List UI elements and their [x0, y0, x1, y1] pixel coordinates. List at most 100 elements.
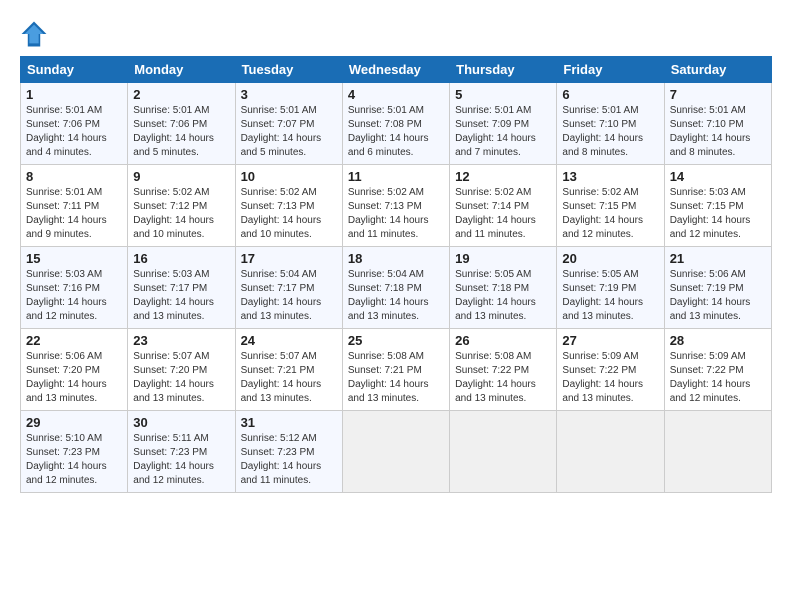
day-info: Sunrise: 5:04 AM Sunset: 7:17 PM Dayligh…	[241, 268, 337, 324]
header	[20, 16, 772, 48]
day-info: Sunrise: 5:12 AM Sunset: 7:23 PM Dayligh…	[241, 432, 337, 488]
calendar-cell: 28 Sunrise: 5:09 AM Sunset: 7:22 PM Dayl…	[664, 329, 771, 411]
day-info: Sunrise: 5:05 AM Sunset: 7:19 PM Dayligh…	[562, 268, 658, 324]
day-number: 27	[562, 333, 658, 348]
day-info: Sunrise: 5:02 AM Sunset: 7:13 PM Dayligh…	[348, 186, 444, 242]
calendar-body: 1 Sunrise: 5:01 AM Sunset: 7:06 PM Dayli…	[21, 83, 772, 493]
logo-icon	[20, 20, 48, 48]
day-number: 13	[562, 169, 658, 184]
day-number: 10	[241, 169, 337, 184]
day-info: Sunrise: 5:02 AM Sunset: 7:14 PM Dayligh…	[455, 186, 551, 242]
day-info: Sunrise: 5:01 AM Sunset: 7:10 PM Dayligh…	[562, 104, 658, 160]
calendar-cell: 9 Sunrise: 5:02 AM Sunset: 7:12 PM Dayli…	[128, 165, 235, 247]
day-number: 19	[455, 251, 551, 266]
day-number: 11	[348, 169, 444, 184]
weekday-header: Sunday	[21, 57, 128, 83]
calendar-cell: 4 Sunrise: 5:01 AM Sunset: 7:08 PM Dayli…	[342, 83, 449, 165]
day-number: 2	[133, 87, 229, 102]
day-number: 16	[133, 251, 229, 266]
day-number: 22	[26, 333, 122, 348]
day-info: Sunrise: 5:08 AM Sunset: 7:22 PM Dayligh…	[455, 350, 551, 406]
calendar-cell: 29 Sunrise: 5:10 AM Sunset: 7:23 PM Dayl…	[21, 411, 128, 493]
calendar-cell: 16 Sunrise: 5:03 AM Sunset: 7:17 PM Dayl…	[128, 247, 235, 329]
day-number: 28	[670, 333, 766, 348]
day-info: Sunrise: 5:01 AM Sunset: 7:08 PM Dayligh…	[348, 104, 444, 160]
day-number: 9	[133, 169, 229, 184]
day-number: 5	[455, 87, 551, 102]
weekday-header: Wednesday	[342, 57, 449, 83]
calendar-week: 22 Sunrise: 5:06 AM Sunset: 7:20 PM Dayl…	[21, 329, 772, 411]
calendar-cell: 30 Sunrise: 5:11 AM Sunset: 7:23 PM Dayl…	[128, 411, 235, 493]
calendar-cell: 11 Sunrise: 5:02 AM Sunset: 7:13 PM Dayl…	[342, 165, 449, 247]
day-info: Sunrise: 5:04 AM Sunset: 7:18 PM Dayligh…	[348, 268, 444, 324]
day-info: Sunrise: 5:07 AM Sunset: 7:21 PM Dayligh…	[241, 350, 337, 406]
calendar-cell	[664, 411, 771, 493]
calendar-cell: 19 Sunrise: 5:05 AM Sunset: 7:18 PM Dayl…	[450, 247, 557, 329]
calendar-week: 8 Sunrise: 5:01 AM Sunset: 7:11 PM Dayli…	[21, 165, 772, 247]
calendar-cell: 27 Sunrise: 5:09 AM Sunset: 7:22 PM Dayl…	[557, 329, 664, 411]
day-number: 7	[670, 87, 766, 102]
calendar-cell: 13 Sunrise: 5:02 AM Sunset: 7:15 PM Dayl…	[557, 165, 664, 247]
day-number: 23	[133, 333, 229, 348]
calendar-week: 15 Sunrise: 5:03 AM Sunset: 7:16 PM Dayl…	[21, 247, 772, 329]
calendar-cell: 3 Sunrise: 5:01 AM Sunset: 7:07 PM Dayli…	[235, 83, 342, 165]
weekday-header: Saturday	[664, 57, 771, 83]
day-info: Sunrise: 5:02 AM Sunset: 7:12 PM Dayligh…	[133, 186, 229, 242]
weekday-header: Thursday	[450, 57, 557, 83]
day-number: 29	[26, 415, 122, 430]
weekday-row: SundayMondayTuesdayWednesdayThursdayFrid…	[21, 57, 772, 83]
day-info: Sunrise: 5:01 AM Sunset: 7:09 PM Dayligh…	[455, 104, 551, 160]
day-info: Sunrise: 5:01 AM Sunset: 7:07 PM Dayligh…	[241, 104, 337, 160]
day-info: Sunrise: 5:07 AM Sunset: 7:20 PM Dayligh…	[133, 350, 229, 406]
day-info: Sunrise: 5:01 AM Sunset: 7:10 PM Dayligh…	[670, 104, 766, 160]
calendar-cell: 12 Sunrise: 5:02 AM Sunset: 7:14 PM Dayl…	[450, 165, 557, 247]
day-number: 21	[670, 251, 766, 266]
calendar-cell: 14 Sunrise: 5:03 AM Sunset: 7:15 PM Dayl…	[664, 165, 771, 247]
day-number: 3	[241, 87, 337, 102]
calendar-cell: 23 Sunrise: 5:07 AM Sunset: 7:20 PM Dayl…	[128, 329, 235, 411]
day-number: 15	[26, 251, 122, 266]
day-info: Sunrise: 5:03 AM Sunset: 7:17 PM Dayligh…	[133, 268, 229, 324]
day-number: 20	[562, 251, 658, 266]
calendar-week: 1 Sunrise: 5:01 AM Sunset: 7:06 PM Dayli…	[21, 83, 772, 165]
day-info: Sunrise: 5:01 AM Sunset: 7:06 PM Dayligh…	[26, 104, 122, 160]
logo	[20, 20, 50, 48]
calendar-week: 29 Sunrise: 5:10 AM Sunset: 7:23 PM Dayl…	[21, 411, 772, 493]
calendar-cell: 5 Sunrise: 5:01 AM Sunset: 7:09 PM Dayli…	[450, 83, 557, 165]
weekday-header: Monday	[128, 57, 235, 83]
weekday-header: Tuesday	[235, 57, 342, 83]
day-info: Sunrise: 5:06 AM Sunset: 7:19 PM Dayligh…	[670, 268, 766, 324]
calendar-cell	[342, 411, 449, 493]
day-number: 18	[348, 251, 444, 266]
day-number: 31	[241, 415, 337, 430]
day-number: 24	[241, 333, 337, 348]
day-info: Sunrise: 5:01 AM Sunset: 7:06 PM Dayligh…	[133, 104, 229, 160]
calendar-cell: 6 Sunrise: 5:01 AM Sunset: 7:10 PM Dayli…	[557, 83, 664, 165]
day-number: 8	[26, 169, 122, 184]
day-number: 14	[670, 169, 766, 184]
calendar-cell	[557, 411, 664, 493]
day-number: 26	[455, 333, 551, 348]
calendar-cell: 1 Sunrise: 5:01 AM Sunset: 7:06 PM Dayli…	[21, 83, 128, 165]
calendar-cell: 22 Sunrise: 5:06 AM Sunset: 7:20 PM Dayl…	[21, 329, 128, 411]
calendar-cell: 31 Sunrise: 5:12 AM Sunset: 7:23 PM Dayl…	[235, 411, 342, 493]
day-number: 12	[455, 169, 551, 184]
day-info: Sunrise: 5:01 AM Sunset: 7:11 PM Dayligh…	[26, 186, 122, 242]
day-info: Sunrise: 5:10 AM Sunset: 7:23 PM Dayligh…	[26, 432, 122, 488]
calendar-cell: 24 Sunrise: 5:07 AM Sunset: 7:21 PM Dayl…	[235, 329, 342, 411]
day-number: 25	[348, 333, 444, 348]
weekday-header: Friday	[557, 57, 664, 83]
day-number: 4	[348, 87, 444, 102]
day-number: 1	[26, 87, 122, 102]
calendar-header: SundayMondayTuesdayWednesdayThursdayFrid…	[21, 57, 772, 83]
calendar-cell: 25 Sunrise: 5:08 AM Sunset: 7:21 PM Dayl…	[342, 329, 449, 411]
day-info: Sunrise: 5:08 AM Sunset: 7:21 PM Dayligh…	[348, 350, 444, 406]
day-info: Sunrise: 5:11 AM Sunset: 7:23 PM Dayligh…	[133, 432, 229, 488]
day-number: 6	[562, 87, 658, 102]
calendar-cell: 10 Sunrise: 5:02 AM Sunset: 7:13 PM Dayl…	[235, 165, 342, 247]
day-info: Sunrise: 5:09 AM Sunset: 7:22 PM Dayligh…	[670, 350, 766, 406]
calendar-cell: 21 Sunrise: 5:06 AM Sunset: 7:19 PM Dayl…	[664, 247, 771, 329]
day-info: Sunrise: 5:05 AM Sunset: 7:18 PM Dayligh…	[455, 268, 551, 324]
page: SundayMondayTuesdayWednesdayThursdayFrid…	[0, 0, 792, 505]
calendar-cell: 7 Sunrise: 5:01 AM Sunset: 7:10 PM Dayli…	[664, 83, 771, 165]
